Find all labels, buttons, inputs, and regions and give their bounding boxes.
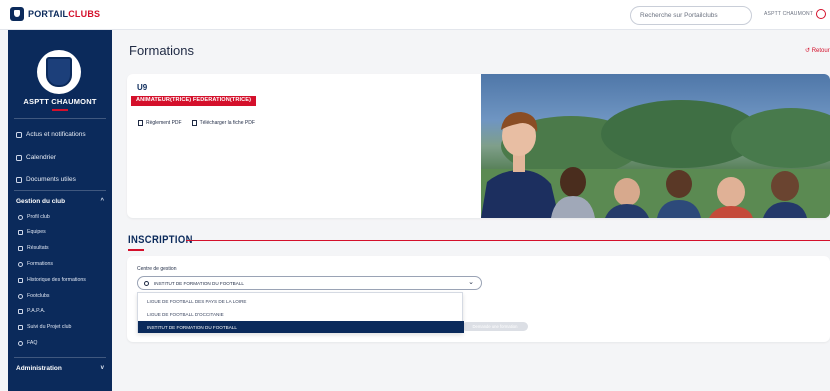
sidebar-item-historique[interactable]: Historique des formations — [18, 277, 86, 283]
team-icon — [18, 229, 23, 235]
download-fiche-link[interactable]: Télécharger la fiche PDF — [191, 120, 255, 126]
clipboard-icon — [18, 308, 23, 314]
sidebar-item-equipes[interactable]: Equipes — [18, 229, 46, 235]
sidebar-item-footclubs[interactable]: Footclubs — [18, 293, 50, 299]
sidebar-section-gestion[interactable]: Gestion du club ^ — [16, 198, 104, 205]
club-crest-icon — [46, 57, 72, 87]
sidebar-divider — [14, 118, 106, 119]
back-link[interactable]: ↺ Retour — [805, 47, 830, 54]
top-bar: PORTAILCLUBS Recherche sur Portailclubs … — [0, 0, 830, 30]
dropdown-option-pays-de-la-loire[interactable]: LIGUE DE FOOTBALL DES PAYS DE LA LOIRE — [138, 295, 464, 307]
centre-gestion-value: INSTITUT DE FORMATION DU FOOTBALL — [154, 280, 244, 286]
formation-photo — [481, 74, 830, 218]
sidebar-item-projet-club[interactable]: Suivi du Projet club — [18, 324, 71, 330]
pdf-icon — [138, 120, 143, 126]
sidebar-section-administration[interactable]: Administration v — [16, 365, 104, 372]
chevron-up-icon: ^ — [100, 198, 104, 204]
formation-links: Règlement PDF Télécharger la fiche PDF — [138, 120, 255, 126]
sidebar-item-resultats[interactable]: Résultats — [18, 245, 49, 251]
shield-logo-icon — [10, 7, 24, 21]
centre-gestion-label: Centre de gestion — [137, 266, 177, 272]
formation-card: U9 ANIMATEUR(TRICE) FEDERATION(TRICE) Rè… — [127, 74, 830, 218]
dropdown-option-institut-formation[interactable]: INSTITUT DE FORMATION DU FOOTBALL — [138, 321, 464, 333]
document-icon — [16, 176, 22, 183]
sidebar-item-papa[interactable]: P.A.P.A. — [18, 308, 45, 314]
search-input[interactable]: Recherche sur Portailclubs — [630, 6, 752, 25]
logo-text: PORTAILCLUBS — [28, 9, 101, 19]
sidebar-item-actus[interactable]: Actus et notifications — [16, 131, 86, 138]
chevron-down-icon: ⌄ — [468, 279, 474, 286]
medal-icon — [18, 324, 23, 330]
gear-icon — [18, 293, 23, 299]
pdf-icon — [191, 120, 197, 126]
page-title: Formations — [129, 43, 195, 58]
sidebar-item-formations[interactable]: Formations — [18, 261, 53, 267]
portail-clubs-logo[interactable]: PORTAILCLUBS — [10, 7, 100, 21]
formation-tag: ANIMATEUR(TRICE) FEDERATION(TRICE) — [131, 96, 257, 106]
centre-gestion-dropdown: LIGUE DE FOOTBALL DES PAYS DE LA LOIRE L… — [137, 292, 464, 333]
person-icon — [18, 261, 23, 267]
dropdown-option-occitanie[interactable]: LIGUE DE FOOTBALL D'OCCITANIE — [138, 308, 464, 320]
club-avatar — [37, 50, 81, 94]
location-icon — [144, 280, 149, 286]
coach-and-kids-illustration — [481, 100, 830, 218]
calendar-icon — [16, 154, 22, 161]
sidebar-item-profil-club[interactable]: Profil club — [18, 214, 50, 220]
sidebar-divider — [14, 357, 106, 358]
history-icon — [18, 277, 23, 283]
sidebar-item-documents[interactable]: Documents utiles — [16, 176, 76, 183]
chevron-down-icon: v — [100, 365, 104, 371]
user-name[interactable]: ASPTT CHAUMONT — [764, 11, 813, 17]
help-icon — [18, 340, 23, 346]
inscription-title-underline — [128, 249, 144, 251]
club-name: ASPTT CHAUMONT — [23, 97, 97, 106]
demande-formation-button[interactable]: Demande une formation — [462, 322, 528, 331]
sidebar-divider — [14, 190, 106, 191]
sidebar: ASPTT CHAUMONT Actus et notifications Ca… — [8, 30, 112, 391]
bell-icon — [16, 131, 22, 138]
profile-icon — [18, 214, 23, 220]
formation-level: U9 — [137, 83, 148, 92]
sidebar-item-calendrier[interactable]: Calendrier — [16, 154, 56, 161]
centre-gestion-select[interactable]: INSTITUT DE FORMATION DU FOOTBALL ⌄ — [137, 276, 482, 290]
club-name-underline — [52, 109, 68, 111]
reglement-pdf-link[interactable]: Règlement PDF — [138, 120, 182, 126]
trophy-icon — [18, 245, 23, 251]
user-account-icon[interactable] — [816, 9, 826, 19]
inscription-title: INSCRIPTION — [128, 234, 193, 246]
inscription-divider-line — [186, 240, 830, 241]
sidebar-item-faq[interactable]: FAQ — [18, 340, 37, 346]
